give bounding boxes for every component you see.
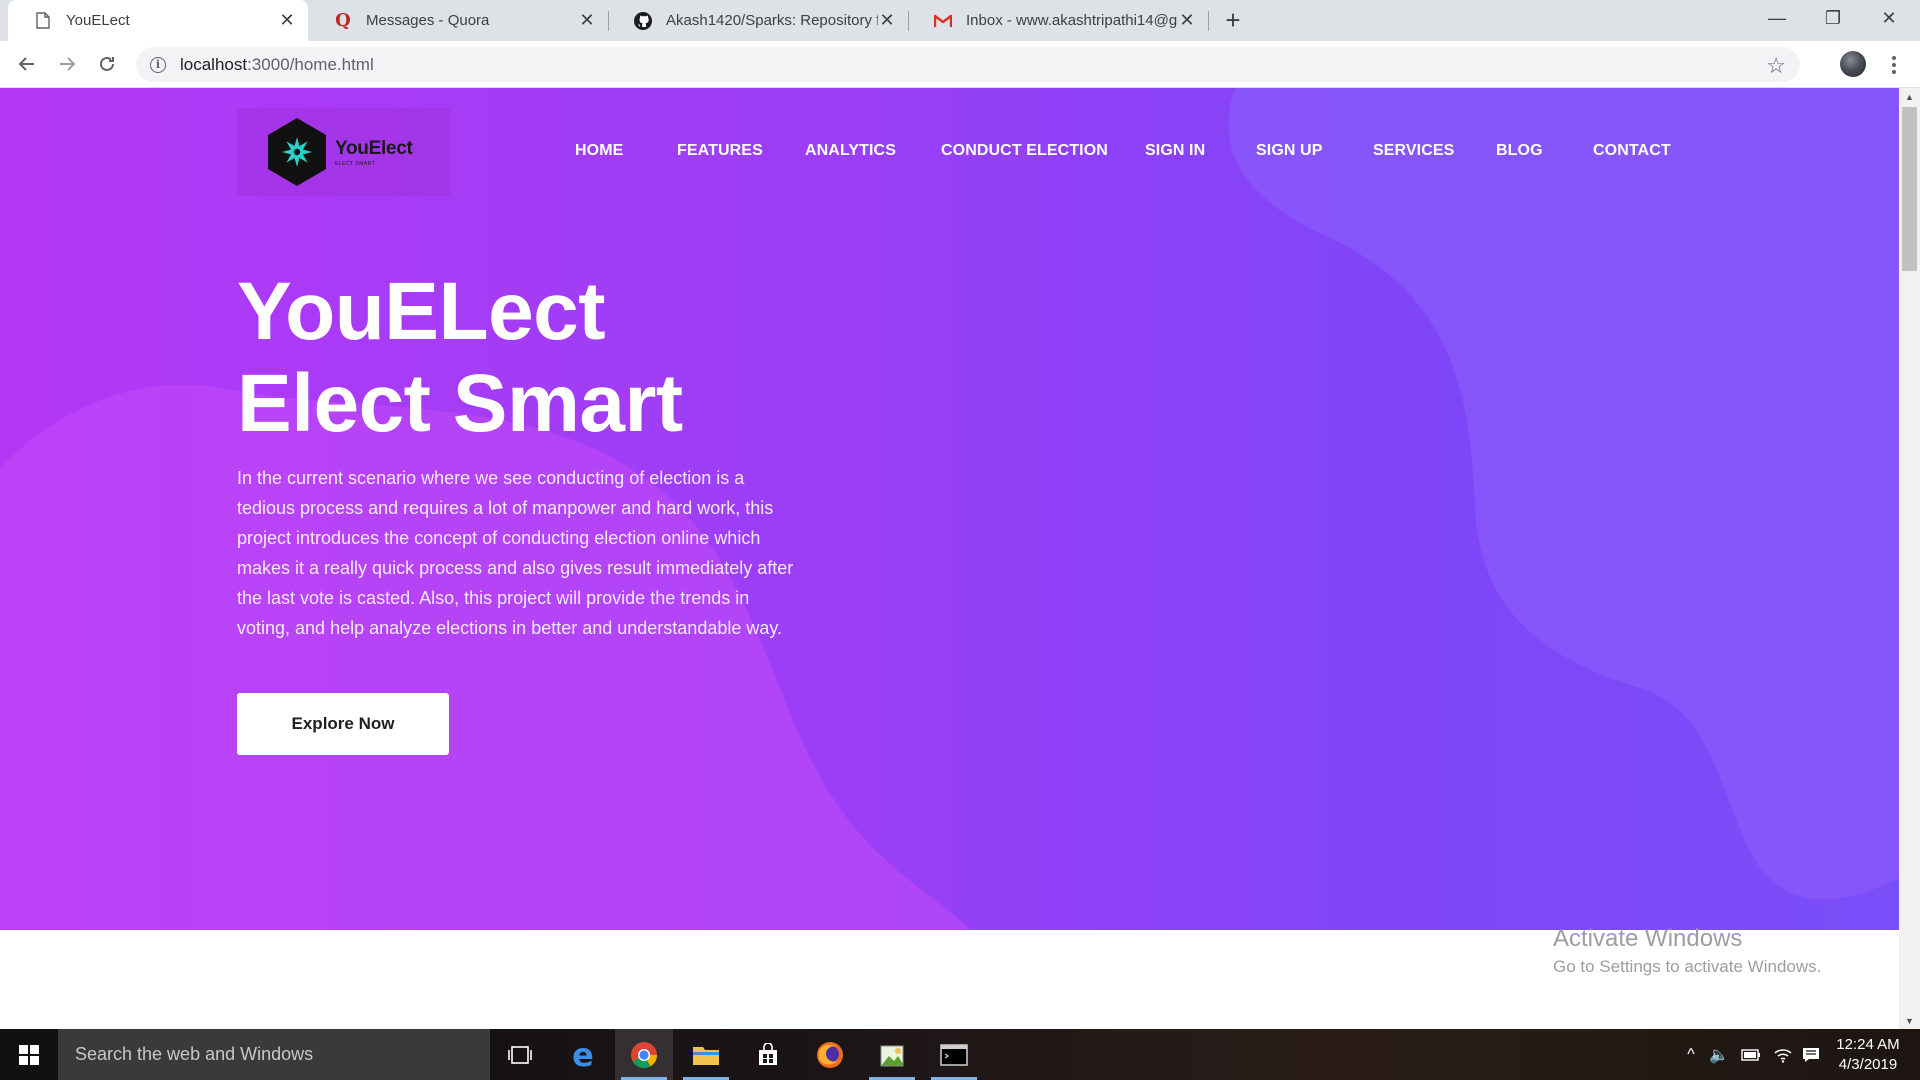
browser-tab-strip: YouELect ✕ Q Messages - Quora ✕ Akash142… [0, 0, 1920, 41]
activate-windows-watermark: Activate Windows Go to Settings to activ… [1553, 925, 1821, 977]
close-tab-icon[interactable]: ✕ [878, 10, 896, 30]
scrollbar-thumb[interactable] [1902, 107, 1917, 271]
forward-arrow-icon [60, 57, 76, 71]
tab-separator [1208, 11, 1209, 31]
nav-blog[interactable]: BLOG [1496, 142, 1543, 160]
reload-button[interactable] [92, 49, 122, 79]
page-viewport: YouElect ELECT SMART HOME FEATURES ANALY… [0, 88, 1899, 1029]
forward-button[interactable] [52, 49, 82, 79]
terminal-icon[interactable] [925, 1029, 983, 1080]
back-button[interactable] [12, 49, 42, 79]
tab-quora[interactable]: Q Messages - Quora ✕ [308, 0, 608, 41]
start-button[interactable] [0, 1029, 58, 1080]
nav-services[interactable]: SERVICES [1373, 142, 1454, 160]
file-explorer-icon[interactable] [677, 1029, 735, 1080]
nav-contact[interactable]: CONTACT [1593, 142, 1671, 160]
github-icon [634, 11, 652, 30]
hero-description: In the current scenario where we see con… [237, 468, 794, 638]
logo-tagline: ELECT SMART [335, 160, 376, 167]
reload-icon [100, 56, 114, 71]
volume-muted-icon[interactable]: 🔈 [1706, 1029, 1732, 1080]
tab-title: Inbox - www.akashtripathi14@gm [966, 12, 1178, 29]
battery-icon[interactable] [1738, 1029, 1764, 1080]
tab-title: YouELect [66, 12, 130, 29]
windows-taskbar: Search the web and Windows e ^ 🔈 12:24 A… [0, 1029, 1920, 1080]
close-tab-icon[interactable]: ✕ [578, 10, 596, 30]
browser-toolbar: i localhost:3000/home.html ☆ [0, 41, 1920, 88]
chrome-icon[interactable] [615, 1029, 673, 1080]
gmail-icon [934, 12, 952, 30]
scroll-up-arrow-icon[interactable]: ▲ [1899, 88, 1920, 105]
nav-sign-up[interactable]: SIGN UP [1256, 142, 1323, 160]
logo-text: YouElect ELECT SMART [335, 138, 413, 167]
tab-github[interactable]: Akash1420/Sparks: Repository fo ✕ [608, 0, 908, 41]
tab-gmail[interactable]: Inbox - www.akashtripathi14@gm ✕ [908, 0, 1208, 41]
close-window-button[interactable]: ✕ [1862, 0, 1916, 36]
nav-sign-in[interactable]: SIGN IN [1145, 142, 1205, 160]
system-clock[interactable]: 12:24 AM 4/3/2019 [1822, 1035, 1914, 1075]
tab-title: Akash1420/Sparks: Repository fo [666, 12, 878, 29]
new-tab-button[interactable]: + [1218, 5, 1248, 35]
task-view-icon[interactable] [491, 1029, 549, 1080]
headline-line-2: Elect Smart [237, 358, 683, 449]
nav-features[interactable]: FEATURES [677, 142, 763, 160]
paint-icon[interactable] [863, 1029, 921, 1080]
nav-home[interactable]: HOME [575, 142, 623, 160]
close-tab-icon[interactable]: ✕ [1178, 10, 1196, 30]
headline-line-1: YouELect [237, 266, 606, 357]
clock-date: 4/3/2019 [1838, 1056, 1898, 1073]
edge-icon[interactable]: e [554, 1029, 612, 1080]
bookmark-star-icon[interactable]: ☆ [1766, 53, 1786, 79]
page-icon [34, 12, 52, 30]
firefox-icon[interactable] [801, 1029, 859, 1080]
quora-icon: Q [335, 10, 351, 31]
logo-name: YouElect [335, 137, 413, 159]
back-arrow-icon [18, 57, 34, 71]
profile-avatar[interactable] [1840, 51, 1866, 77]
site-logo[interactable]: YouElect ELECT SMART [237, 108, 450, 196]
nav-analytics[interactable]: ANALYTICS [805, 142, 896, 160]
close-tab-icon[interactable]: ✕ [278, 10, 296, 30]
tab-title: Messages - Quora [366, 12, 490, 29]
taskbar-search-box[interactable]: Search the web and Windows [58, 1029, 490, 1080]
wifi-icon[interactable] [1770, 1029, 1796, 1080]
address-bar[interactable]: i localhost:3000/home.html ☆ [136, 47, 1800, 82]
browser-menu-icon[interactable] [1886, 52, 1902, 78]
action-center-icon[interactable] [1798, 1029, 1824, 1080]
explore-now-button[interactable]: Explore Now [237, 693, 449, 755]
restore-button[interactable]: ❐ [1806, 0, 1860, 36]
watermark-subtitle: Go to Settings to activate Windows. [1553, 957, 1822, 976]
tab-youelect[interactable]: YouELect ✕ [8, 0, 308, 41]
store-icon[interactable] [739, 1029, 797, 1080]
search-placeholder: Search the web and Windows [75, 1044, 314, 1064]
hero-headline: YouELect Elect Smart [237, 266, 683, 450]
scroll-down-arrow-icon[interactable]: ▼ [1899, 1012, 1920, 1029]
minimize-button[interactable]: — [1750, 0, 1804, 36]
url-text: localhost:3000/home.html [180, 54, 374, 74]
logo-hexagon-icon [265, 116, 329, 188]
clock-time: 12:24 AM [1836, 1036, 1900, 1053]
show-hidden-icons-chevron-icon[interactable]: ^ [1680, 1029, 1702, 1080]
hero-section: YouElect ELECT SMART HOME FEATURES ANALY… [0, 88, 1899, 930]
watermark-title: Activate Windows [1553, 925, 1743, 952]
page-scrollbar[interactable]: ▲ ▼ [1899, 88, 1920, 1029]
nav-conduct-election[interactable]: CONDUCT ELECTION [941, 142, 1108, 160]
windows-logo-icon [19, 1044, 39, 1065]
site-info-icon[interactable]: i [150, 56, 166, 73]
